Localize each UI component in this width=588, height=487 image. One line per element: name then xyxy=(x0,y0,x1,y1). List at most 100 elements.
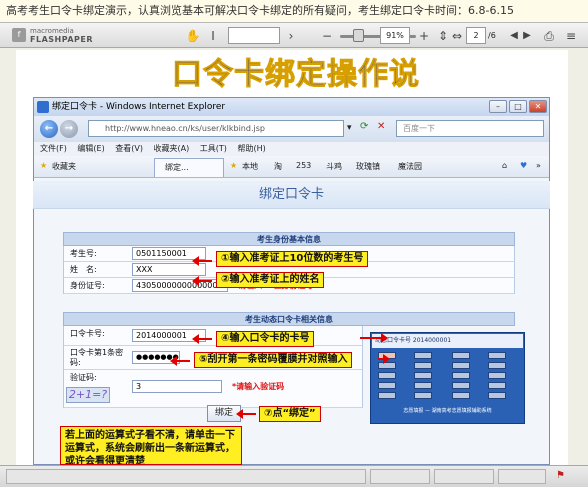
menu-favorites[interactable]: 收藏夹(A) xyxy=(154,144,190,153)
card-cell xyxy=(414,382,432,389)
arrow-to-card-illustration xyxy=(360,333,388,343)
fav-link-magic-garden[interactable]: 魔法园 xyxy=(398,161,422,172)
fav-link-doudou[interactable]: 斗鸡 xyxy=(326,161,342,172)
arrow-to-exam-number xyxy=(192,256,212,266)
card-cell xyxy=(378,382,396,389)
card-cell xyxy=(452,362,470,369)
ie-window-title: 绑定口令卡 - Windows Internet Explorer xyxy=(52,102,226,112)
forward-icon[interactable]: → xyxy=(60,120,78,138)
search-input[interactable]: 百度一下 xyxy=(396,120,544,137)
home-icon[interactable]: ⌂ xyxy=(502,161,507,170)
fav-link-local[interactable]: 本地 xyxy=(242,161,258,172)
zoom-level[interactable]: 91% xyxy=(380,27,410,44)
arrow-to-card-number xyxy=(192,334,212,344)
logo-product-text: FLASHPAPER xyxy=(30,35,94,44)
address-input[interactable]: http://www.hneao.cn/ks/user/klkbind.jsp xyxy=(88,120,344,137)
card-cell xyxy=(488,362,506,369)
menu-help[interactable]: 帮助(H) xyxy=(237,144,265,153)
document-heading: 口令卡绑定操作说明(2) xyxy=(172,57,420,135)
zoom-in-icon[interactable]: + xyxy=(418,27,430,45)
stop-icon[interactable]: ✕ xyxy=(377,121,385,132)
card-header: 动态口令卡号 2014000001 xyxy=(372,334,523,348)
back-icon[interactable]: ← xyxy=(40,120,58,138)
close-icon[interactable]: ✕ xyxy=(529,100,547,113)
find-input[interactable] xyxy=(228,27,280,44)
hand-tool-icon[interactable]: ✋ xyxy=(184,27,202,45)
favorites-star-icon[interactable]: ★ xyxy=(40,161,47,170)
menu-file[interactable]: 文件(F) xyxy=(40,144,67,153)
card-cell xyxy=(414,392,432,399)
card-cell xyxy=(488,392,506,399)
menu-tools[interactable]: 工具(T) xyxy=(200,144,227,153)
page-number-input[interactable]: 2 xyxy=(466,27,486,44)
card-cell xyxy=(414,362,432,369)
arrow-to-name xyxy=(192,276,212,286)
find-arrow-icon[interactable]: › xyxy=(284,27,298,45)
card-cell xyxy=(488,372,506,379)
ie-window-icon xyxy=(37,101,49,113)
callout-step1: ①输入准考证上10位数的考生号 xyxy=(216,251,369,267)
zoom-out-icon[interactable]: − xyxy=(318,27,336,45)
captcha-image[interactable]: 2+1=? xyxy=(66,387,110,403)
card-cell xyxy=(452,372,470,379)
row-card-number: 口令卡号: 2014000001 xyxy=(63,326,363,346)
callout-step5: ⑤刮开第一条密码覆膜并对照输入 xyxy=(194,352,353,368)
favorites-label[interactable]: 收藏夹 xyxy=(52,161,76,172)
address-dropdown-icon[interactable]: ▾ xyxy=(347,123,352,133)
add-favorite-icon[interactable]: ★ xyxy=(230,161,237,170)
callout-step4: ④输入口令卡的卡号 xyxy=(216,331,315,347)
captcha-refresh-note: 若上面的运算式子看不清，请单击一下运算式，系统会刷新出一条新运算式，或许会看得更… xyxy=(60,426,242,465)
callout-step7: ⑦点“绑定” xyxy=(259,406,321,422)
status-bar: ⚑ xyxy=(0,465,588,487)
ie-address-bar: ← → http://www.hneao.cn/ks/user/klkbind.… xyxy=(34,116,549,142)
section-basic-info: 考生身份基本信息 xyxy=(63,232,515,246)
menu-edit[interactable]: 编辑(E) xyxy=(77,144,104,153)
page-total: /6 xyxy=(488,31,496,40)
card-cell xyxy=(378,372,396,379)
refresh-icon[interactable]: ⟳ xyxy=(360,121,368,132)
status-zone xyxy=(434,469,494,484)
flashpaper-logo: f macromedia FLASHPAPER xyxy=(12,26,94,46)
captcha-hint: *请输入验证码 xyxy=(232,382,285,391)
fav-link-rose-town[interactable]: 玫瑰镇 xyxy=(356,161,380,172)
card-cell xyxy=(488,352,506,359)
arrow-to-password1 xyxy=(170,356,190,366)
maximize-icon[interactable]: □ xyxy=(509,100,527,113)
callout-step2: ②输入准考证上的姓名 xyxy=(216,272,325,288)
tab-bind-card[interactable]: 绑定... xyxy=(154,158,224,177)
overflow-chevron-icon[interactable]: » xyxy=(536,161,541,170)
captcha-input[interactable]: 3 xyxy=(132,380,222,393)
form-title: 绑定口令卡 xyxy=(33,181,550,209)
security-icon[interactable]: ⚑ xyxy=(556,470,565,481)
fav-link-taobao[interactable]: 淘 xyxy=(274,161,282,172)
minimize-icon[interactable]: – xyxy=(489,100,507,113)
instruction-banner: 高考考生口令卡绑定演示，认真浏览基本可解决口令卡绑定的所有疑问，考生绑定口令卡时… xyxy=(0,0,588,22)
card-cell xyxy=(414,372,432,379)
print-icon[interactable]: ⎙ xyxy=(540,27,558,45)
zoom-slider-handle[interactable] xyxy=(353,29,364,42)
card-cell xyxy=(488,382,506,389)
fit-width-icon[interactable]: ⇔ xyxy=(448,27,466,45)
status-zone xyxy=(370,469,430,484)
card-cell xyxy=(452,392,470,399)
card-cell xyxy=(452,352,470,359)
card-cell xyxy=(452,382,470,389)
card-footer: 志愿填报 — 湖南高考志愿填报辅助系统 xyxy=(403,408,492,414)
arrow-to-bind-button xyxy=(236,409,256,419)
card-cell xyxy=(414,352,432,359)
flashpaper-toolbar: f macromedia FLASHPAPER ✋ I › − + 91% ⇕ … xyxy=(0,22,588,48)
card-cell xyxy=(378,392,396,399)
arrow-to-card-cell xyxy=(378,354,390,364)
menu-view[interactable]: 查看(V) xyxy=(115,144,143,153)
menu-icon[interactable]: ≡ xyxy=(562,27,580,45)
id-card-input[interactable]: 430500000000000000 xyxy=(132,279,228,292)
ie-favorites-bar: ★ 收藏夹 绑定... ★ 本地 淘 253 斗鸡 玫瑰镇 魔法园 ⌂ ♥ » xyxy=(34,156,549,178)
text-select-icon[interactable]: I xyxy=(204,27,222,45)
password1-label: 口令卡第1条密码: xyxy=(70,348,124,367)
section-card-info: 考生动态口令卡相关信息 xyxy=(63,312,515,326)
feeds-icon[interactable]: ♥ xyxy=(520,161,527,170)
ie-title-bar: 绑定口令卡 - Windows Internet Explorer xyxy=(34,98,549,116)
flashpaper-viewer: 高考考生口令卡绑定演示，认真浏览基本可解决口令卡绑定的所有疑问，考生绑定口令卡时… xyxy=(0,0,588,487)
next-page-icon[interactable]: ▶ xyxy=(518,27,536,45)
fav-link-253[interactable]: 253 xyxy=(296,161,311,170)
